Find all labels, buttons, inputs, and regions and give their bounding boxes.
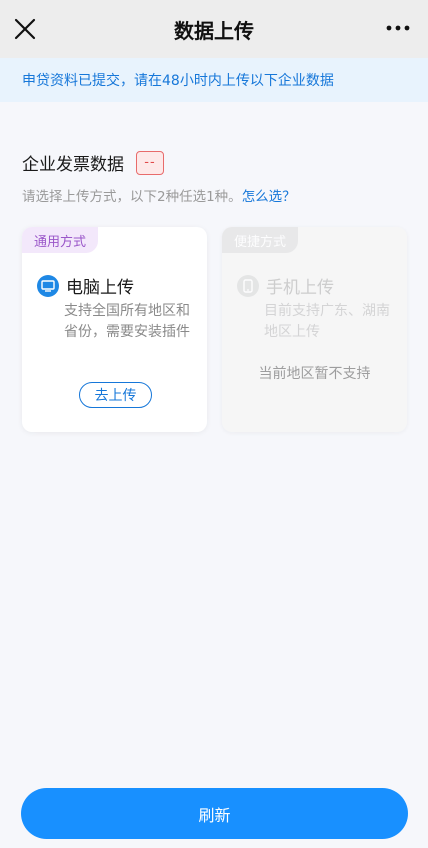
upload-hint: 请选择上传方式，以下2种任选1种。怎么选？ — [22, 185, 296, 205]
notice-text: 申贷资料已提交，请在48小时内上传以下企业数据 — [22, 73, 334, 89]
card-tag-general: 通用方式 — [22, 227, 99, 253]
card-header: 电脑上传 — [37, 273, 134, 298]
card-name-mobile: 手机上传 — [266, 278, 334, 298]
nav-bar: 数据上传 — [0, 0, 428, 58]
card-header: 手机上传 — [237, 273, 334, 298]
status-badge: -- — [136, 150, 164, 175]
close-icon[interactable] — [12, 16, 38, 42]
card-name-pc: 电脑上传 — [66, 278, 134, 298]
mobile-upload-card: 便捷方式 手机上传 目前支持广东、湖南地区上传 当前地区暂不支持 — [222, 227, 407, 432]
section-title: 企业发票数据 — [22, 155, 124, 175]
section-header: 企业发票数据 -- — [22, 150, 164, 175]
card-tag-quick: 便捷方式 — [222, 227, 299, 253]
pc-upload-card[interactable]: 通用方式 电脑上传 支持全国所有地区和省份，需要安装插件 去上传 — [22, 227, 207, 432]
card-desc-mobile: 目前支持广东、湖南地区上传 — [264, 303, 390, 340]
unsupported-text: 当前地区暂不支持 — [258, 366, 371, 382]
notice-banner: 申贷资料已提交，请在48小时内上传以下企业数据 — [0, 58, 428, 102]
how-to-choose-link[interactable]: 怎么选？ — [242, 189, 296, 205]
refresh-button[interactable]: 刷新 — [21, 788, 408, 839]
card-desc-pc: 支持全国所有地区和省份，需要安装插件 — [64, 303, 190, 340]
hint-text: 请选择上传方式，以下2种任选1种。 — [22, 189, 242, 205]
page-title: 数据上传 — [174, 18, 254, 43]
more-icon[interactable] — [386, 18, 410, 38]
go-upload-button[interactable]: 去上传 — [79, 382, 152, 408]
phone-icon — [237, 274, 259, 297]
monitor-icon — [37, 274, 59, 297]
